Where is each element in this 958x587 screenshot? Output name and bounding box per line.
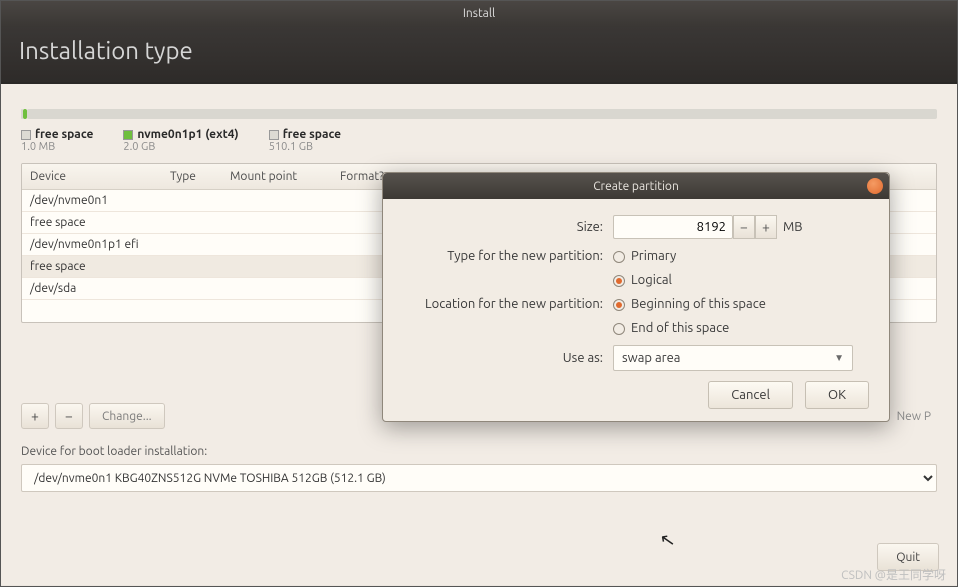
- legend-item[interactable]: free space 510.1 GB: [269, 128, 341, 153]
- disk-seg-free2: [27, 109, 937, 119]
- radio-label: End of this space: [631, 321, 729, 335]
- legend-label: free space: [35, 128, 93, 141]
- radio-icon: [613, 323, 625, 335]
- watermark: CSDN @是王同学呀: [841, 566, 946, 583]
- col-mount[interactable]: Mount point: [230, 170, 340, 183]
- radio-beginning[interactable]: Beginning of this space: [613, 297, 766, 311]
- page-title: Installation type: [19, 37, 193, 64]
- boot-loader-label: Device for boot loader installation:: [21, 445, 937, 458]
- disk-legend: free space 1.0 MB nvme0n1p1 (ext4) 2.0 G…: [21, 128, 937, 153]
- add-partition-button[interactable]: +: [21, 403, 49, 429]
- radio-icon: [613, 299, 625, 311]
- radio-label: Beginning of this space: [631, 297, 766, 311]
- radio-primary[interactable]: Primary: [613, 249, 676, 263]
- window-titlebar: Install: [1, 1, 957, 27]
- legend-item[interactable]: nvme0n1p1 (ext4) 2.0 GB: [123, 128, 238, 153]
- radio-icon: [613, 251, 625, 263]
- swatch-icon: [123, 130, 133, 140]
- legend-sub: 2.0 GB: [123, 141, 238, 153]
- disk-usage-bar: [21, 104, 937, 124]
- size-label: Size:: [403, 220, 613, 234]
- col-device[interactable]: Device: [30, 170, 170, 183]
- dialog-title: Create partition: [593, 180, 679, 193]
- cell-device: free space: [30, 216, 86, 229]
- cancel-button[interactable]: Cancel: [708, 381, 793, 409]
- window-title: Install: [463, 7, 495, 20]
- cell-device: /dev/nvme0n1p1 efi: [30, 238, 139, 251]
- radio-logical[interactable]: Logical: [613, 273, 672, 287]
- radio-label: Logical: [631, 273, 672, 287]
- cell-device: free space: [30, 260, 86, 273]
- legend-label: free space: [283, 128, 341, 141]
- new-partition-table-button[interactable]: New P: [897, 410, 931, 423]
- size-unit: MB: [783, 220, 803, 234]
- useas-label: Use as:: [403, 351, 613, 365]
- cell-device: /dev/nvme0n1: [30, 194, 108, 207]
- size-input[interactable]: [613, 215, 733, 239]
- change-partition-button[interactable]: Change...: [89, 403, 165, 429]
- cell-device: /dev/sda: [30, 282, 76, 295]
- legend-label: nvme0n1p1 (ext4): [137, 128, 238, 141]
- ok-button[interactable]: OK: [805, 381, 869, 409]
- legend-sub: 1.0 MB: [21, 141, 93, 153]
- radio-label: Primary: [631, 249, 676, 263]
- page-header: Installation type: [1, 27, 957, 84]
- swatch-icon: [21, 130, 31, 140]
- radio-icon: [613, 275, 625, 287]
- create-partition-dialog: Create partition Size: − + MB Type for t…: [382, 172, 890, 422]
- location-label: Location for the new partition:: [403, 297, 613, 311]
- partition-type-label: Type for the new partition:: [403, 249, 613, 263]
- close-icon[interactable]: [867, 178, 883, 194]
- legend-sub: 510.1 GB: [269, 141, 341, 153]
- legend-item[interactable]: free space 1.0 MB: [21, 128, 93, 153]
- size-decrement-button[interactable]: −: [733, 215, 755, 239]
- boot-loader-select[interactable]: /dev/nvme0n1 KBG40ZNS512G NVMe TOSHIBA 5…: [21, 464, 937, 492]
- useas-select[interactable]: swap area ▼: [613, 345, 853, 371]
- col-type[interactable]: Type: [170, 170, 230, 183]
- chevron-down-icon: ▼: [834, 352, 844, 364]
- radio-end[interactable]: End of this space: [613, 321, 729, 335]
- swatch-icon: [269, 130, 279, 140]
- dialog-body: Size: − + MB Type for the new partition:…: [383, 199, 889, 421]
- dialog-titlebar[interactable]: Create partition: [383, 173, 889, 199]
- remove-partition-button[interactable]: −: [55, 403, 83, 429]
- useas-value: swap area: [622, 351, 680, 365]
- size-increment-button[interactable]: +: [755, 215, 777, 239]
